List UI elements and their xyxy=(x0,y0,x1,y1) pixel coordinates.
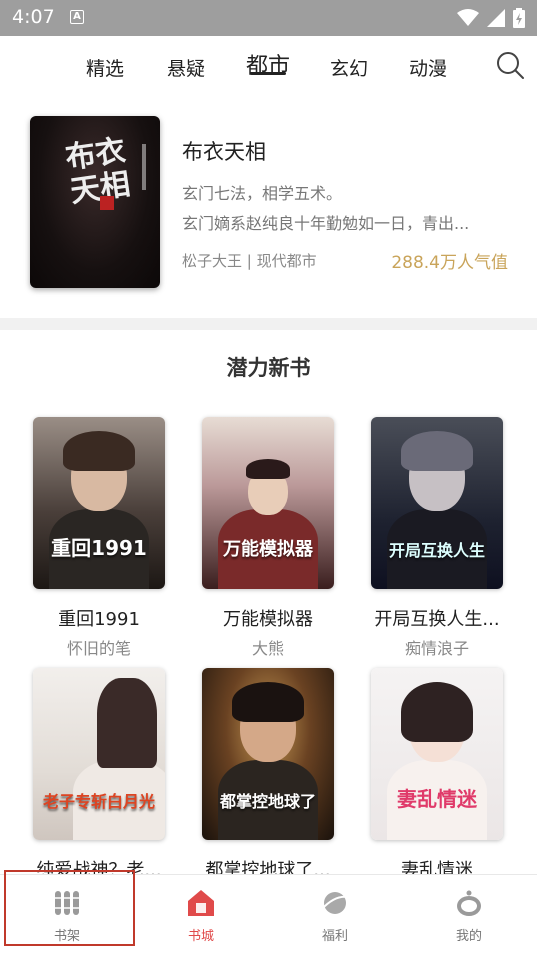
book-cover[interactable]: 万能模拟器 xyxy=(202,417,334,589)
book-cover[interactable]: 都掌控地球了 xyxy=(202,668,334,840)
status-time: 4:07 xyxy=(12,6,55,28)
book-cover-text: 都掌控地球了 xyxy=(219,792,316,811)
book-cover[interactable]: 老子专斩白月光 xyxy=(33,668,165,840)
planet-icon xyxy=(321,892,349,914)
wifi-icon xyxy=(457,9,479,26)
book-cover[interactable]: 开局互换人生 xyxy=(371,417,503,589)
book-cover-text: 妻乱情迷 xyxy=(397,787,477,811)
nav-welfare[interactable]: 福利 xyxy=(268,875,402,955)
section-title: 潜力新书 xyxy=(226,356,311,380)
book-cover[interactable]: 重回1991 xyxy=(33,417,165,589)
book-card[interactable]: 老子专斩白月光 纯爱战神？老... xyxy=(33,668,165,886)
nav-welfare-label: 福利 xyxy=(321,929,348,944)
book-author: 大熊 xyxy=(251,639,284,658)
notification-a-icon: A xyxy=(70,10,84,24)
book-card[interactable]: 都掌控地球了 都掌控地球了... xyxy=(202,668,334,886)
tab-xuanhuan[interactable]: 玄幻 xyxy=(330,54,368,81)
section-divider xyxy=(0,318,537,330)
nav-profile[interactable]: 我的 xyxy=(402,875,536,955)
tab-jingxuan[interactable]: 精选 xyxy=(86,54,124,81)
book-author: 怀旧的笔 xyxy=(66,639,131,658)
tab-dushi[interactable]: 都市 xyxy=(246,48,290,80)
featured-book-tagline: 玄门七法，相学五术。 xyxy=(182,184,343,203)
book-card[interactable]: 重回1991 重回1991 怀旧的笔 xyxy=(33,417,165,659)
profile-icon xyxy=(457,890,481,916)
search-icon[interactable] xyxy=(495,50,525,80)
book-cover[interactable]: 妻乱情迷 xyxy=(371,668,503,840)
featured-book-cover[interactable]: 布衣天相 xyxy=(30,116,160,288)
book-cover-text: 重回1991 xyxy=(51,536,147,560)
nav-profile-label: 我的 xyxy=(455,929,482,944)
book-cover-text: 老子专斩白月光 xyxy=(42,792,155,811)
active-tab-indicator xyxy=(250,72,286,75)
status-icons xyxy=(457,8,525,28)
bookstore-icon xyxy=(188,890,214,916)
featured-book-title: 布衣天相 xyxy=(182,140,266,164)
book-author: 痴情浪子 xyxy=(404,639,469,658)
book-card[interactable]: 开局互换人生 开局互换人生... 痴情浪子 xyxy=(371,417,503,659)
tab-dongman[interactable]: 动漫 xyxy=(409,54,447,81)
nav-bookstore-label: 书城 xyxy=(187,929,214,944)
book-cover-text: 开局互换人生 xyxy=(388,541,485,560)
nav-bookstore[interactable]: 书城 xyxy=(134,875,268,955)
signal-icon xyxy=(487,9,505,27)
book-title: 开局互换人生... xyxy=(374,609,500,630)
featured-book-summary: 玄门嫡系赵纯良十年勤勉如一日，青出... xyxy=(182,214,470,233)
cover-seal xyxy=(100,196,114,210)
featured-book-card[interactable]: 布衣天相 布衣天相 玄门七法，相学五术。 玄门嫡系赵纯良十年勤勉如一日，青出..… xyxy=(0,92,537,318)
selection-highlight xyxy=(4,870,135,946)
featured-book-meta: 松子大王 | 现代都市 xyxy=(182,252,317,270)
book-card[interactable]: 万能模拟器 万能模拟器 大熊 xyxy=(202,417,334,659)
cover-calligraphy: 布衣天相 xyxy=(63,133,133,210)
book-title: 万能模拟器 xyxy=(223,609,313,630)
featured-book-popularity: 288.4万人气值 xyxy=(391,253,508,273)
status-bar: 4:07 A xyxy=(0,0,537,36)
cover-author-strip xyxy=(142,144,146,190)
battery-icon xyxy=(513,8,525,28)
book-cover-text: 万能模拟器 xyxy=(223,539,313,560)
category-tabs: 精选 悬疑 都市 玄幻 动漫 xyxy=(0,36,537,92)
book-title: 重回1991 xyxy=(58,609,140,630)
tab-xuanyi[interactable]: 悬疑 xyxy=(167,54,205,81)
book-card[interactable]: 妻乱情迷 妻乱情迷 xyxy=(371,668,503,886)
